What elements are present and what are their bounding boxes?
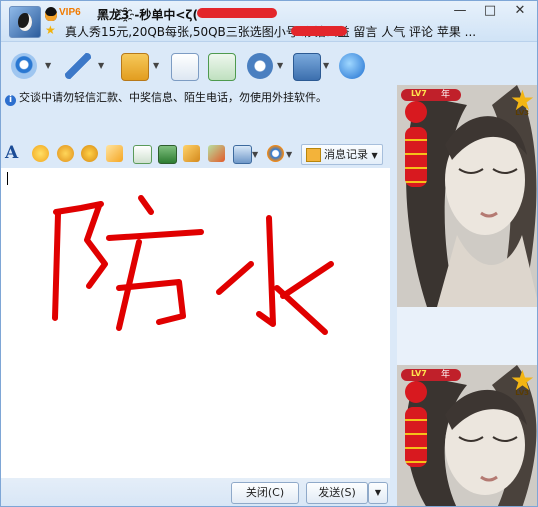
group-icon[interactable]	[247, 53, 273, 79]
chevron-down-icon[interactable]: ▼	[153, 61, 159, 70]
vip-badge: VIP6	[59, 7, 81, 18]
redaction-mark	[197, 8, 277, 18]
security-notice: i 交谈中请勿轻信汇款、中奖信息、陌生电话，勿使用外挂软件。	[5, 89, 390, 106]
chevron-down-icon: ▼	[371, 151, 378, 160]
image-icon[interactable]	[233, 145, 252, 164]
microphone-icon[interactable]	[65, 53, 91, 79]
chevron-down-icon[interactable]: ▼	[323, 61, 329, 70]
chat-window: VIP6 黑龙3҈-秒单中<ζ( ★ 真人秀15元,20QB每张,50QB三张选…	[0, 0, 538, 507]
title-bar: VIP6 黑龙3҈-秒单中<ζ( ★ 真人秀15元,20QB每张,50QB三张选…	[1, 1, 537, 42]
chevron-down-icon[interactable]: ▼	[277, 61, 283, 70]
sogou-input-icon[interactable]	[267, 145, 284, 162]
firecracker-icon	[405, 407, 427, 467]
close-window-icon[interactable]: ✕	[505, 1, 535, 21]
send-email-icon[interactable]	[171, 53, 199, 81]
level-tag	[401, 89, 461, 101]
year-label: 年	[441, 90, 451, 100]
maximize-icon[interactable]: □	[475, 1, 505, 21]
firecracker-icon	[405, 127, 427, 187]
window-controls: — □ ✕	[445, 1, 535, 21]
level-badge: LV3	[515, 389, 529, 397]
settings-icon[interactable]	[293, 53, 321, 81]
contact-name: 黑龙3҈-秒单中<ζ(	[97, 8, 198, 22]
chevron-down-icon[interactable]: ▼	[98, 61, 104, 70]
qq-penguin-icon	[45, 7, 57, 21]
redaction-mark	[291, 26, 347, 36]
contact-avatar[interactable]	[9, 6, 41, 38]
handwriting-drawing: 防水	[52, 195, 334, 335]
emoticon-icon[interactable]	[32, 145, 49, 162]
bottom-bar: 关闭(C) 发送(S) ▼	[1, 478, 390, 506]
contact-qq-show[interactable]: LV7 年 ★ LV3	[397, 85, 537, 307]
level-label: LV7	[411, 89, 427, 98]
user-qq-show[interactable]: LV7 年 ★ LV3	[397, 365, 537, 506]
vibration-icon[interactable]	[106, 145, 123, 162]
message-history-button[interactable]: 消息记录 ▼	[301, 144, 383, 165]
video-call-icon[interactable]	[11, 53, 37, 79]
year-label: 年	[441, 370, 451, 380]
notice-text: 交谈中请勿轻信汇款、中奖信息、陌生电话，勿使用外挂软件。	[19, 91, 327, 104]
info-icon: i	[5, 95, 16, 106]
lantern-icon	[405, 381, 427, 403]
chevron-down-icon[interactable]: ▼	[45, 61, 51, 70]
message-input[interactable]: 防水	[1, 168, 390, 478]
lantern-icon	[405, 101, 427, 123]
send-file-icon[interactable]	[121, 53, 149, 81]
level-label: LV7	[411, 369, 427, 378]
main-toolbar: ▼ ▼ ▼ ▼ ▼	[1, 47, 537, 85]
magic-emoticon-icon[interactable]	[57, 145, 74, 162]
close-button[interactable]: 关闭(C)	[231, 482, 299, 504]
qq-space-icon[interactable]	[339, 53, 365, 79]
qq-show-panel: LV7 年 ★ LV3 LV7 年 ★ LV3	[397, 85, 537, 506]
font-icon[interactable]: A	[5, 143, 18, 163]
chevron-down-icon[interactable]: ▼	[286, 150, 292, 159]
gift-icon[interactable]	[208, 145, 225, 162]
send-button[interactable]: 发送(S)	[306, 482, 368, 504]
send-options-button[interactable]: ▼	[368, 482, 388, 504]
music-icon[interactable]	[183, 145, 200, 162]
history-icon	[306, 148, 321, 162]
format-toolbar: A ▼ ▼ 消息记录 ▼	[1, 143, 390, 165]
level-tag	[401, 369, 461, 381]
add-app-icon[interactable]	[208, 53, 236, 81]
handwriting-icon[interactable]	[133, 145, 152, 164]
chevron-down-icon[interactable]: ▼	[252, 150, 258, 159]
screenshot-icon[interactable]	[158, 145, 177, 164]
history-label: 消息记录	[324, 148, 368, 161]
star-icon: ★	[45, 23, 56, 37]
animation-icon[interactable]	[81, 145, 98, 162]
minimize-icon[interactable]: —	[445, 1, 475, 21]
level-badge: LV3	[515, 109, 529, 117]
